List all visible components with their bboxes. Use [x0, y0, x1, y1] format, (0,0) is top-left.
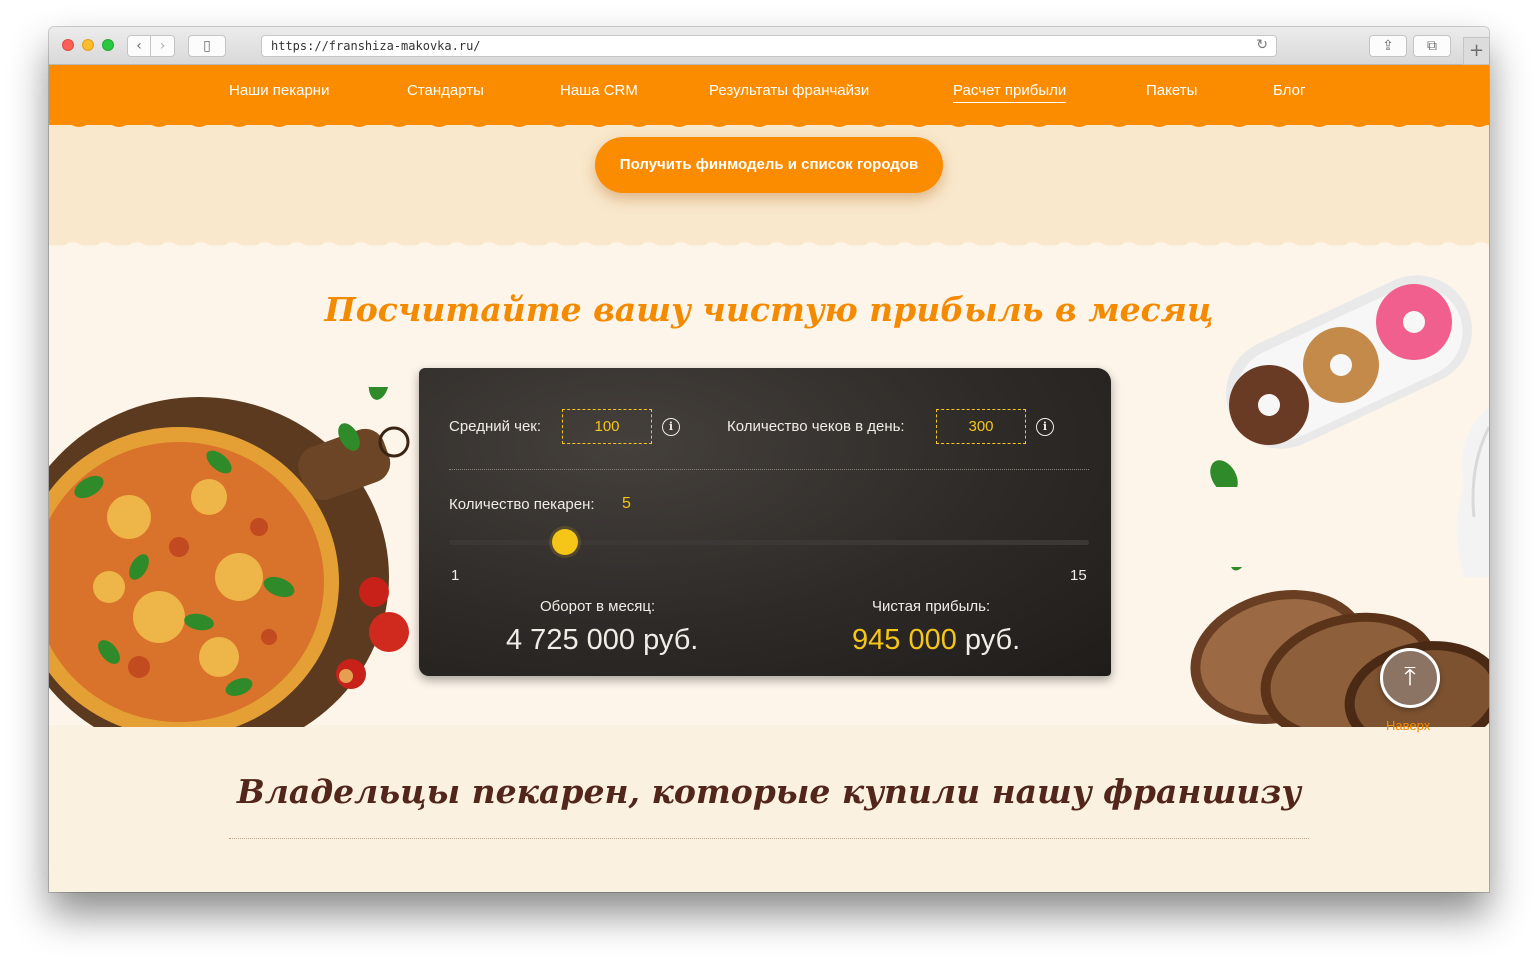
browser-toolbar: ‹ › ▯ https://franshiza-makovka.ru/ ↻ ⇪ … [49, 27, 1489, 65]
forward-button[interactable]: › [151, 35, 175, 57]
net-profit-amount: 945 000 [852, 624, 957, 656]
band-wave-edge [49, 242, 1489, 251]
nav-item-crm[interactable]: Наша CRM [560, 82, 638, 102]
plus-icon: + [1468, 40, 1485, 61]
minimize-window-button[interactable] [82, 39, 94, 51]
owners-section-title: Владельцы пекарен, которые купили нашу ф… [236, 772, 1302, 811]
new-tab-button[interactable]: + [1463, 37, 1489, 65]
nav-item-franchisee-results[interactable]: Результаты франчайзи [709, 82, 869, 102]
nav-item-profit-calc[interactable]: Расчет прибыли [953, 82, 1067, 103]
towel-image [1456, 407, 1489, 577]
checks-per-day-input[interactable]: 300 [936, 409, 1026, 444]
share-icon: ⇪ [1382, 38, 1394, 54]
avg-check-info-icon[interactable]: i [662, 418, 680, 436]
sidebar-toggle-button[interactable]: ▯ [188, 35, 226, 57]
nav-item-blog[interactable]: Блог [1273, 82, 1305, 102]
nav-item-packages[interactable]: Пакеты [1146, 82, 1197, 102]
back-button[interactable]: ‹ [127, 35, 151, 57]
turnover-value: 4 725 000 руб. [506, 624, 699, 656]
turnover-label: Оборот в месяц: [540, 598, 656, 615]
pizza-board-image [49, 387, 410, 727]
chevron-right-icon: › [159, 38, 166, 54]
browser-window: ‹ › ▯ https://franshiza-makovka.ru/ ↻ ⇪ … [49, 27, 1489, 892]
net-profit-currency: руб. [956, 624, 1021, 656]
reload-icon[interactable]: ↻ [1256, 37, 1268, 53]
close-window-button[interactable] [62, 39, 74, 51]
get-finmodel-button[interactable]: Получить финмодель и список городов [595, 137, 943, 193]
bakeries-slider-track[interactable] [449, 540, 1089, 545]
nav-item-standards[interactable]: Стандарты [407, 82, 484, 102]
sidebar-icon: ▯ [203, 38, 211, 54]
board-divider [449, 469, 1089, 470]
zoom-window-button[interactable] [102, 39, 114, 51]
bakeries-count-value: 5 [622, 495, 631, 512]
nav-item-bakeries[interactable]: Наши пекарни [229, 82, 329, 102]
bakeries-count-label: Количество пекарен: [449, 496, 595, 513]
bakeries-slider-handle[interactable] [552, 529, 579, 555]
net-profit-value: 945 000 руб. [852, 624, 1020, 657]
share-button[interactable]: ⇪ [1369, 35, 1407, 57]
arrow-up-to-line-icon: ⤒ [1404, 662, 1416, 692]
checks-per-day-info-icon[interactable]: i [1036, 418, 1054, 436]
slider-max-label: 15 [1070, 567, 1087, 584]
owners-divider [229, 838, 1309, 839]
chevron-left-icon: ‹ [136, 38, 142, 54]
avg-check-input[interactable]: 100 [562, 409, 652, 444]
scroll-to-top-button[interactable]: ⤒ [1380, 648, 1440, 708]
address-bar[interactable]: https://franshiza-makovka.ru/ ↻ [261, 35, 1277, 57]
checks-per-day-label: Количество чеков в день: [727, 418, 905, 435]
avg-check-label: Средний чек: [449, 418, 542, 435]
nav-wave-edge [49, 119, 1489, 127]
bread-image [1190, 567, 1489, 727]
main-nav: Наши пекарни Стандарты Наша CRM Результа… [49, 65, 1489, 125]
tabs-icon: ⧉ [1427, 38, 1437, 54]
slider-min-label: 1 [451, 567, 460, 584]
scroll-to-top-label[interactable]: Наверх [1386, 718, 1430, 733]
show-tabs-button[interactable]: ⧉ [1413, 35, 1451, 57]
url-text: https://franshiza-makovka.ru/ [271, 39, 481, 53]
net-profit-label: Чистая прибыль: [872, 598, 991, 615]
profit-calculator-board: Средний чек: 100 i Количество чеков в де… [419, 368, 1111, 676]
